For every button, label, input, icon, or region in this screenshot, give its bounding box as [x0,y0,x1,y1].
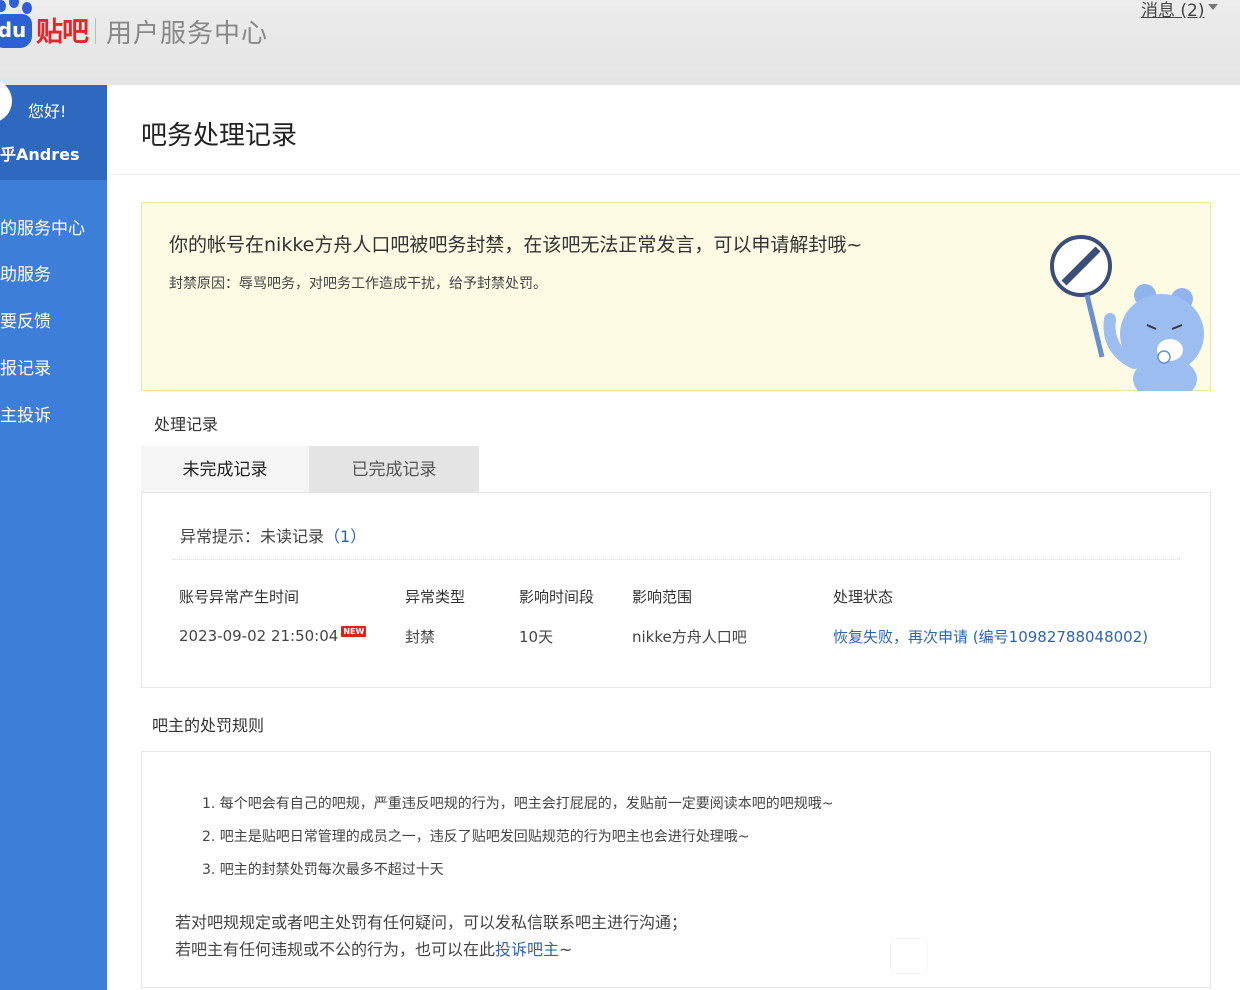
unread-alert-label: 异常提示：未读记录 [180,527,325,546]
sidebar-item-feedback[interactable]: 要反馈 [0,307,107,337]
records-section-title: 处理记录 [154,415,219,434]
sidebar-item-report-records[interactable]: 报记录 [0,354,107,384]
ban-reason: 封禁原因：辱骂吧务，对吧务工作造成干扰，给予封禁处罚。 [169,276,547,292]
sidebar-item-moderator-complaint[interactable]: 主投诉 [0,401,107,431]
record-time: 2023-09-02 21:50:04 [179,627,339,645]
logo-divider [95,18,96,44]
status-failed-text: 恢复失败， [833,628,909,646]
title-divider [107,174,1240,175]
column-header-duration: 影响时间段 [519,588,595,606]
greeting-text: 您好! [28,102,67,121]
tab-completed-records[interactable]: 已完成记录 [309,446,479,494]
avatar[interactable] [0,79,12,123]
sidebar-item-service-center[interactable]: 的服务中心 [0,214,107,244]
ban-message: 你的帐号在nikke方舟人口吧被吧务封禁，在该吧无法正常发言，可以申请解封哦~ [169,234,863,256]
watermark-icon [890,938,928,974]
tab-incomplete-records[interactable]: 未完成记录 [141,446,309,494]
new-badge: NEW [341,626,367,637]
ban-notice: 你的帐号在nikke方舟人口吧被吧务封禁，在该吧无法正常发言，可以申请解封哦~ … [141,202,1211,391]
bear-with-no-sign-illustration [1050,235,1204,391]
rule-item-3: 3. 吧主的封禁处罚每次最多不超过十天 [202,862,444,878]
column-header-time: 账号异常产生时间 [179,588,300,606]
rules-footer-line-2: 若吧主有任何违规或不公的行为，也可以在此投诉吧主~ [175,936,572,960]
user-panel: 您好! 乎Andres [0,79,107,180]
page-title: 吧务处理记录 [141,121,298,151]
rules-panel: 1. 每个吧会有自己的吧规，严重违反吧规的行为，吧主会打屁屁的，发贴前一定要阅读… [141,751,1211,988]
sidebar: 您好! 乎Andres 的服务中心 助服务 要反馈 报记录 主投诉 [0,79,107,990]
reapply-link[interactable]: 再次申请 [908,628,968,646]
unread-alert: 异常提示：未读记录（1） [180,523,366,547]
record-duration: 10天 [519,628,554,646]
paw-toe-2 [9,0,19,8]
complain-moderator-link[interactable]: 投诉吧主 [495,940,559,959]
rules-footer-prefix: 若吧主有任何违规或不公的行为，也可以在此 [175,940,496,959]
chevron-down-icon[interactable] [1208,4,1218,10]
baidu-paw-logo[interactable]: du [0,14,32,48]
tieba-logo-text[interactable]: 贴吧 [36,10,89,49]
record-type: 封禁 [405,628,436,646]
rules-footer-suffix: ~ [559,940,573,959]
record-scope: nikke方舟人口吧 [632,628,747,646]
column-header-scope: 影响范围 [632,588,693,606]
column-header-status: 处理状态 [833,588,894,606]
rule-item-2: 2. 吧主是贴吧日常管理的成员之一，违反了贴吧发回贴规范的行为吧主也会进行处理哦… [202,829,750,845]
username[interactable]: 乎Andres [0,141,80,165]
rules-section-title: 吧主的处罚规则 [152,716,265,735]
main-content: 吧务处理记录 你的帐号在nikke方舟人口吧被吧务封禁，在该吧无法正常发言，可以… [107,85,1240,990]
table-row-time: 2023-09-02 21:50:04 NEW [179,626,367,645]
paw-toe-3 [22,2,32,14]
service-center-title: 用户服务中心 [106,19,269,49]
paw-toe-1 [0,0,6,12]
record-status: 恢复失败，再次申请 (编号10982788048002) [833,626,1148,647]
top-header: du 贴吧 用户服务中心 消息 (2) [0,0,1240,85]
record-id: (编号10982788048002) [968,628,1149,646]
rules-footer-line-1: 若对吧规规定或者吧主处罚有任何疑问，可以发私信联系吧主进行沟通； [175,913,688,932]
dotted-divider [172,559,1180,560]
rule-item-1: 1. 每个吧会有自己的吧规，严重违反吧规的行为，吧主会打屁屁的，发贴前一定要阅读… [202,796,834,812]
column-header-type: 异常类型 [405,588,466,606]
sidebar-item-self-service[interactable]: 助服务 [0,260,107,290]
records-panel: 异常提示：未读记录（1） 账号异常产生时间 异常类型 影响时间段 影响范围 处理… [141,492,1211,688]
messages-link[interactable]: 消息 (2) [1141,0,1204,21]
unread-count[interactable]: （1） [324,527,366,546]
